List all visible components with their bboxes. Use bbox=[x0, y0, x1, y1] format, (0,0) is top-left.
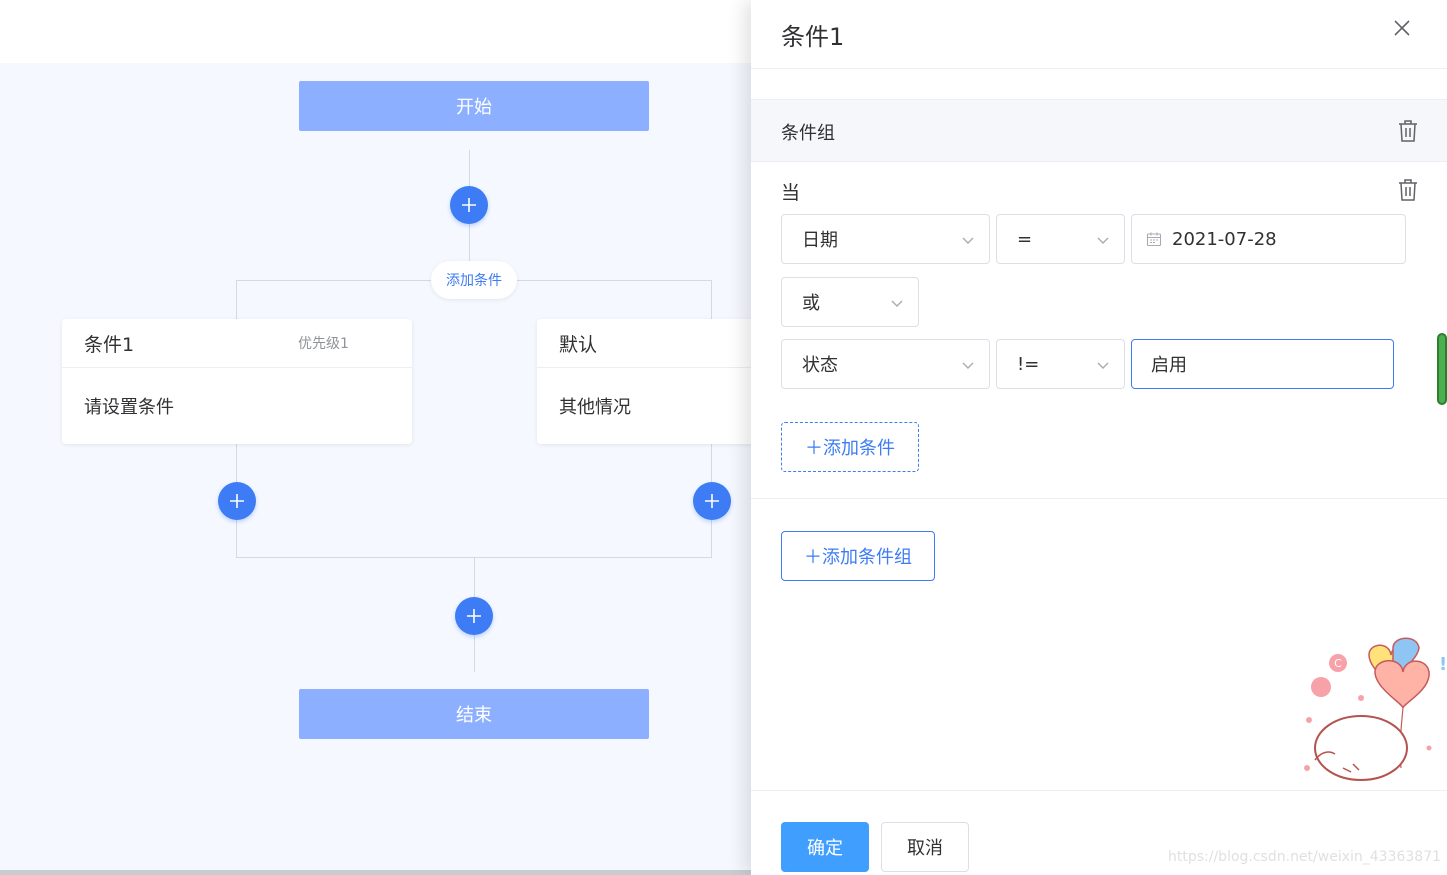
add-condition-button[interactable]: 添加条件 bbox=[431, 261, 517, 299]
condition-card[interactable]: 条件1 优先级1 请设置条件 bbox=[62, 319, 412, 444]
end-node[interactable]: 结束 bbox=[299, 689, 649, 739]
drawer-scrollbar-thumb[interactable] bbox=[1437, 333, 1447, 405]
group-divider bbox=[751, 498, 1447, 499]
card-title: 条件1 bbox=[84, 333, 135, 356]
card-content: 请设置条件 bbox=[84, 397, 174, 418]
condition-drawer: 条件1 条件组 当 日期 = 2021-07-28 或 状态 != 启用 ＋添加… bbox=[751, 0, 1447, 875]
calendar-icon bbox=[1146, 232, 1162, 247]
flow-canvas bbox=[0, 63, 751, 870]
svg-text:!: ! bbox=[1439, 654, 1447, 675]
operator-select[interactable]: != bbox=[996, 339, 1125, 389]
drawer-header: 条件1 bbox=[751, 0, 1447, 69]
date-picker-input[interactable]: 2021-07-28 bbox=[1131, 214, 1406, 264]
card-title: 默认 bbox=[559, 333, 598, 356]
watermark: https://blog.csdn.net/weixin_43363871 bbox=[1168, 849, 1442, 865]
top-bar bbox=[0, 0, 751, 63]
connector-line bbox=[236, 280, 431, 281]
add-node-button[interactable] bbox=[693, 482, 731, 520]
card-header: 条件1 优先级1 bbox=[62, 319, 412, 368]
plus-icon bbox=[230, 494, 244, 508]
operator-select-value: != bbox=[1017, 353, 1040, 375]
operator-select[interactable]: = bbox=[996, 214, 1125, 264]
add-node-button[interactable] bbox=[450, 186, 488, 224]
field-select[interactable]: 日期 bbox=[781, 214, 990, 264]
status-value-input[interactable]: 启用 bbox=[1131, 339, 1394, 389]
logic-select[interactable]: 或 bbox=[781, 277, 919, 327]
field-select-value: 状态 bbox=[802, 355, 838, 376]
connector-line bbox=[517, 280, 712, 281]
chevron-down-icon bbox=[1097, 237, 1109, 244]
connector-line bbox=[711, 280, 712, 320]
condition-group-title: 条件组 bbox=[781, 123, 835, 144]
drawer-footer: 确定 取消 https://blog.csdn.net/weixin_43363… bbox=[751, 790, 1447, 875]
condition-group-header: 条件组 bbox=[751, 99, 1447, 162]
field-select-value: 日期 bbox=[802, 230, 838, 251]
chevron-down-icon bbox=[891, 300, 903, 307]
when-label: 当 bbox=[781, 182, 801, 204]
canvas-scrollbar[interactable] bbox=[0, 870, 751, 875]
plus-icon bbox=[705, 494, 719, 508]
field-select[interactable]: 状态 bbox=[781, 339, 990, 389]
plus-icon bbox=[462, 198, 476, 212]
plus-icon bbox=[467, 609, 481, 623]
drawer-title: 条件1 bbox=[781, 23, 845, 51]
mascot-illustration: C ! bbox=[1304, 637, 1447, 781]
confirm-button[interactable]: 确定 bbox=[781, 822, 869, 872]
chevron-down-icon bbox=[962, 237, 974, 244]
logic-select-value: 或 bbox=[802, 293, 820, 314]
delete-condition-icon[interactable] bbox=[1397, 178, 1419, 202]
add-node-button[interactable] bbox=[218, 482, 256, 520]
card-priority: 优先级1 bbox=[298, 336, 349, 352]
svg-text:C: C bbox=[1334, 657, 1342, 670]
status-value: 启用 bbox=[1151, 355, 1187, 376]
chevron-down-icon bbox=[1097, 362, 1109, 369]
add-condition-button[interactable]: ＋添加条件 bbox=[781, 422, 919, 472]
start-node[interactable]: 开始 bbox=[299, 81, 649, 131]
add-condition-group-button[interactable]: ＋添加条件组 bbox=[781, 531, 935, 581]
cancel-button[interactable]: 取消 bbox=[881, 822, 969, 872]
close-icon[interactable] bbox=[1391, 17, 1413, 39]
connector-line bbox=[236, 280, 237, 320]
chevron-down-icon bbox=[962, 362, 974, 369]
operator-select-value: = bbox=[1017, 228, 1033, 250]
delete-group-icon[interactable] bbox=[1397, 119, 1419, 143]
date-value: 2021-07-28 bbox=[1172, 228, 1277, 250]
add-node-button[interactable] bbox=[455, 597, 493, 635]
